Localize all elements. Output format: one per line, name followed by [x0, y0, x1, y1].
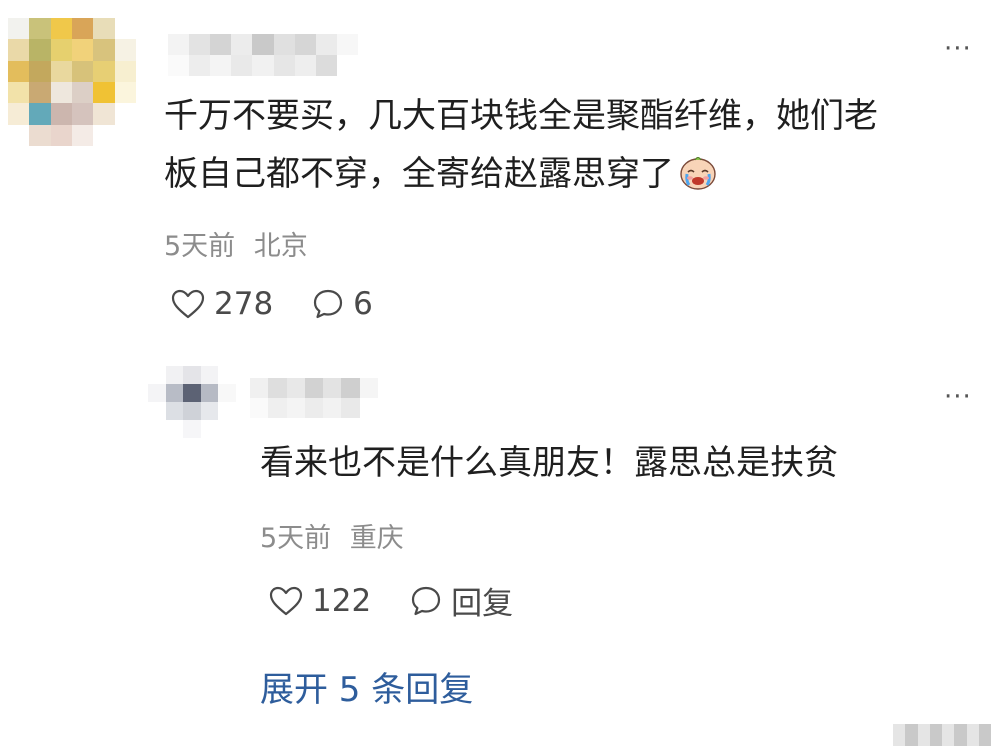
reply-username[interactable]: [250, 378, 378, 418]
comment-text-line2-body: 板自己都不穿，全寄给赵露思穿了: [164, 154, 674, 194]
username[interactable]: [168, 34, 358, 76]
reply-time: 5天前: [260, 523, 332, 554]
reply-button[interactable]: 回复: [409, 578, 513, 623]
comment-text: 千万不要买，几大百块钱全是聚酯纤维，她们老 板自己都不穿，全寄给赵露思穿了: [164, 87, 878, 209]
comment-text-line1: 千万不要买，几大百块钱全是聚酯纤维，她们老: [164, 96, 878, 136]
like-count: 278: [214, 286, 274, 322]
avatar[interactable]: [8, 18, 136, 146]
watermark-mosaic: [893, 724, 991, 746]
reply-text: 看来也不是什么真朋友！露思总是扶贫: [260, 443, 838, 483]
comment-bubble-icon: [311, 287, 345, 321]
reply-actions: 122 回复: [268, 578, 513, 623]
crying-face-emoji: [678, 151, 718, 209]
reply-more-dots-icon[interactable]: ···: [944, 384, 972, 410]
comment-actions: 278 6: [170, 286, 373, 322]
more-dots-icon[interactable]: ···: [944, 36, 972, 62]
comment-text-line2: 板自己都不穿，全寄给赵露思穿了: [164, 145, 878, 209]
reply-meta: 5天前 重庆: [260, 516, 404, 555]
reply-avatar[interactable]: [148, 366, 236, 438]
expand-replies-link[interactable]: 展开 5 条回复: [260, 662, 473, 711]
comment-thread: ··· 千万不要买，几大百块钱全是聚酯纤维，她们老 板自己都不穿，全寄给赵露思穿…: [0, 0, 999, 754]
reply-count: 6: [353, 286, 373, 322]
reply-like-count: 122: [312, 582, 372, 619]
comment-location: 北京: [253, 231, 308, 262]
reply-location: 重庆: [349, 523, 404, 554]
comment-bubble-icon: [409, 584, 443, 618]
like-button[interactable]: 278: [170, 286, 273, 322]
comment-meta: 5天前 北京: [164, 224, 308, 263]
heart-outline-icon: [268, 585, 304, 617]
heart-outline-icon: [170, 288, 206, 320]
reply-count-button[interactable]: 6: [311, 286, 373, 322]
comment-time: 5天前: [164, 231, 236, 262]
reply-button-label: 回复: [451, 586, 514, 622]
reply-like-button[interactable]: 122: [268, 583, 371, 619]
